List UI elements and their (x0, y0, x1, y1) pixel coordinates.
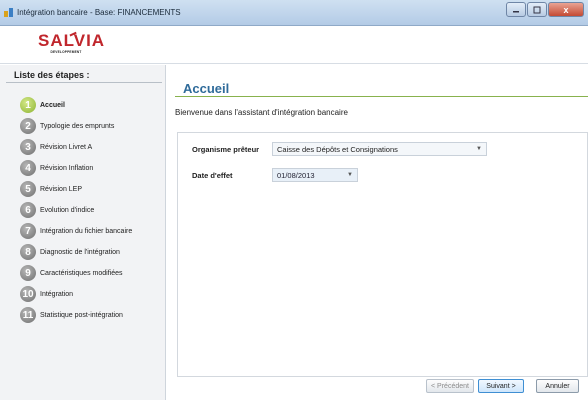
step-number: 7 (20, 223, 36, 239)
date-label: Date d'effet (192, 171, 233, 180)
sidebar-divider (6, 82, 162, 83)
lender-select[interactable]: Caisse des Dépôts et Consignations ▼ (272, 142, 487, 156)
date-value: 01/08/2013 (277, 170, 315, 180)
step-diagnostic[interactable]: 8 Diagnostic de l'intégration (20, 243, 120, 261)
step-label: Accueil (40, 101, 65, 109)
step-caracteristiques[interactable]: 9 Caractéristiques modifiées (20, 264, 122, 282)
sidebar-title: Liste des étapes : (14, 70, 90, 80)
step-number: 6 (20, 202, 36, 218)
step-revision-lep[interactable]: 5 Révision LEP (20, 180, 82, 198)
logo-brand: SALVIA (38, 31, 106, 50)
form-panel: Organisme prêteur Caisse des Dépôts et C… (177, 132, 588, 377)
step-label: Caractéristiques modifiées (40, 269, 123, 277)
step-number: 9 (20, 265, 36, 281)
date-picker[interactable]: 01/08/2013 ▼ (272, 168, 358, 182)
cancel-button[interactable]: Annuler (536, 379, 579, 393)
step-revision-inflation[interactable]: 4 Révision Inflation (20, 159, 93, 177)
main-content: Accueil Bienvenue dans l'assistant d'int… (167, 65, 588, 400)
chevron-down-icon: ▼ (347, 172, 353, 178)
lender-label: Organisme prêteur (192, 145, 260, 154)
step-statistique[interactable]: 11 Statistique post-intégration (20, 306, 123, 324)
step-number: 8 (20, 244, 36, 260)
step-accueil[interactable]: 1 Accueil (20, 96, 65, 114)
step-evolution-indice[interactable]: 6 Evolution d'indice (20, 201, 94, 219)
title-divider (175, 96, 588, 97)
step-number: 10 (20, 286, 36, 302)
step-typologie[interactable]: 2 Typologie des emprunts (20, 117, 114, 135)
step-number: 2 (20, 118, 36, 134)
step-number: 3 (20, 139, 36, 155)
step-number: 5 (20, 181, 36, 197)
minimize-icon (513, 10, 519, 12)
step-label: Typologie des emprunts (40, 122, 115, 130)
step-label: Révision LEP (40, 185, 83, 193)
maximize-button[interactable] (527, 2, 547, 17)
step-label: Révision Inflation (40, 164, 94, 172)
welcome-text: Bienvenue dans l'assistant d'intégration… (175, 108, 348, 117)
close-button[interactable]: x (548, 2, 584, 17)
next-button[interactable]: Suivant > (478, 379, 524, 393)
steps-sidebar: Liste des étapes : 1 Accueil 2 Typologie… (0, 65, 166, 400)
step-label: Diagnostic de l'intégration (40, 248, 120, 256)
window-title: Intégration bancaire - Base: FINANCEMENT… (17, 8, 181, 17)
lender-value: Caisse des Dépôts et Consignations (277, 144, 398, 154)
maximize-icon (533, 6, 541, 13)
page-title: Accueil (183, 81, 230, 96)
close-icon: x (563, 4, 569, 15)
title-bar: Intégration bancaire - Base: FINANCEMENT… (0, 0, 588, 26)
step-label: Intégration du fichier bancaire (40, 227, 133, 235)
step-integration[interactable]: 10 Intégration (20, 285, 73, 303)
previous-button[interactable]: < Précédent (426, 379, 474, 393)
step-label: Statistique post-intégration (40, 311, 123, 319)
step-number: 1 (20, 97, 36, 113)
step-revision-livret-a[interactable]: 3 Révision Livret A (20, 138, 92, 156)
step-label: Evolution d'indice (40, 206, 95, 214)
salvia-logo: SALVIA DEVELOPPEMENT (38, 31, 106, 60)
chevron-down-icon: ▼ (476, 146, 482, 152)
step-label: Intégration (40, 290, 74, 298)
step-number: 11 (20, 307, 36, 323)
app-header: SALVIA DEVELOPPEMENT (0, 27, 588, 64)
step-number: 4 (20, 160, 36, 176)
app-icon (4, 8, 13, 17)
logo-subtitle: DEVELOPPEMENT (50, 50, 82, 54)
window-controls: x (505, 2, 584, 17)
step-integration-fichier[interactable]: 7 Intégration du fichier bancaire (20, 222, 132, 240)
step-label: Révision Livret A (40, 143, 93, 151)
minimize-button[interactable] (506, 2, 526, 17)
